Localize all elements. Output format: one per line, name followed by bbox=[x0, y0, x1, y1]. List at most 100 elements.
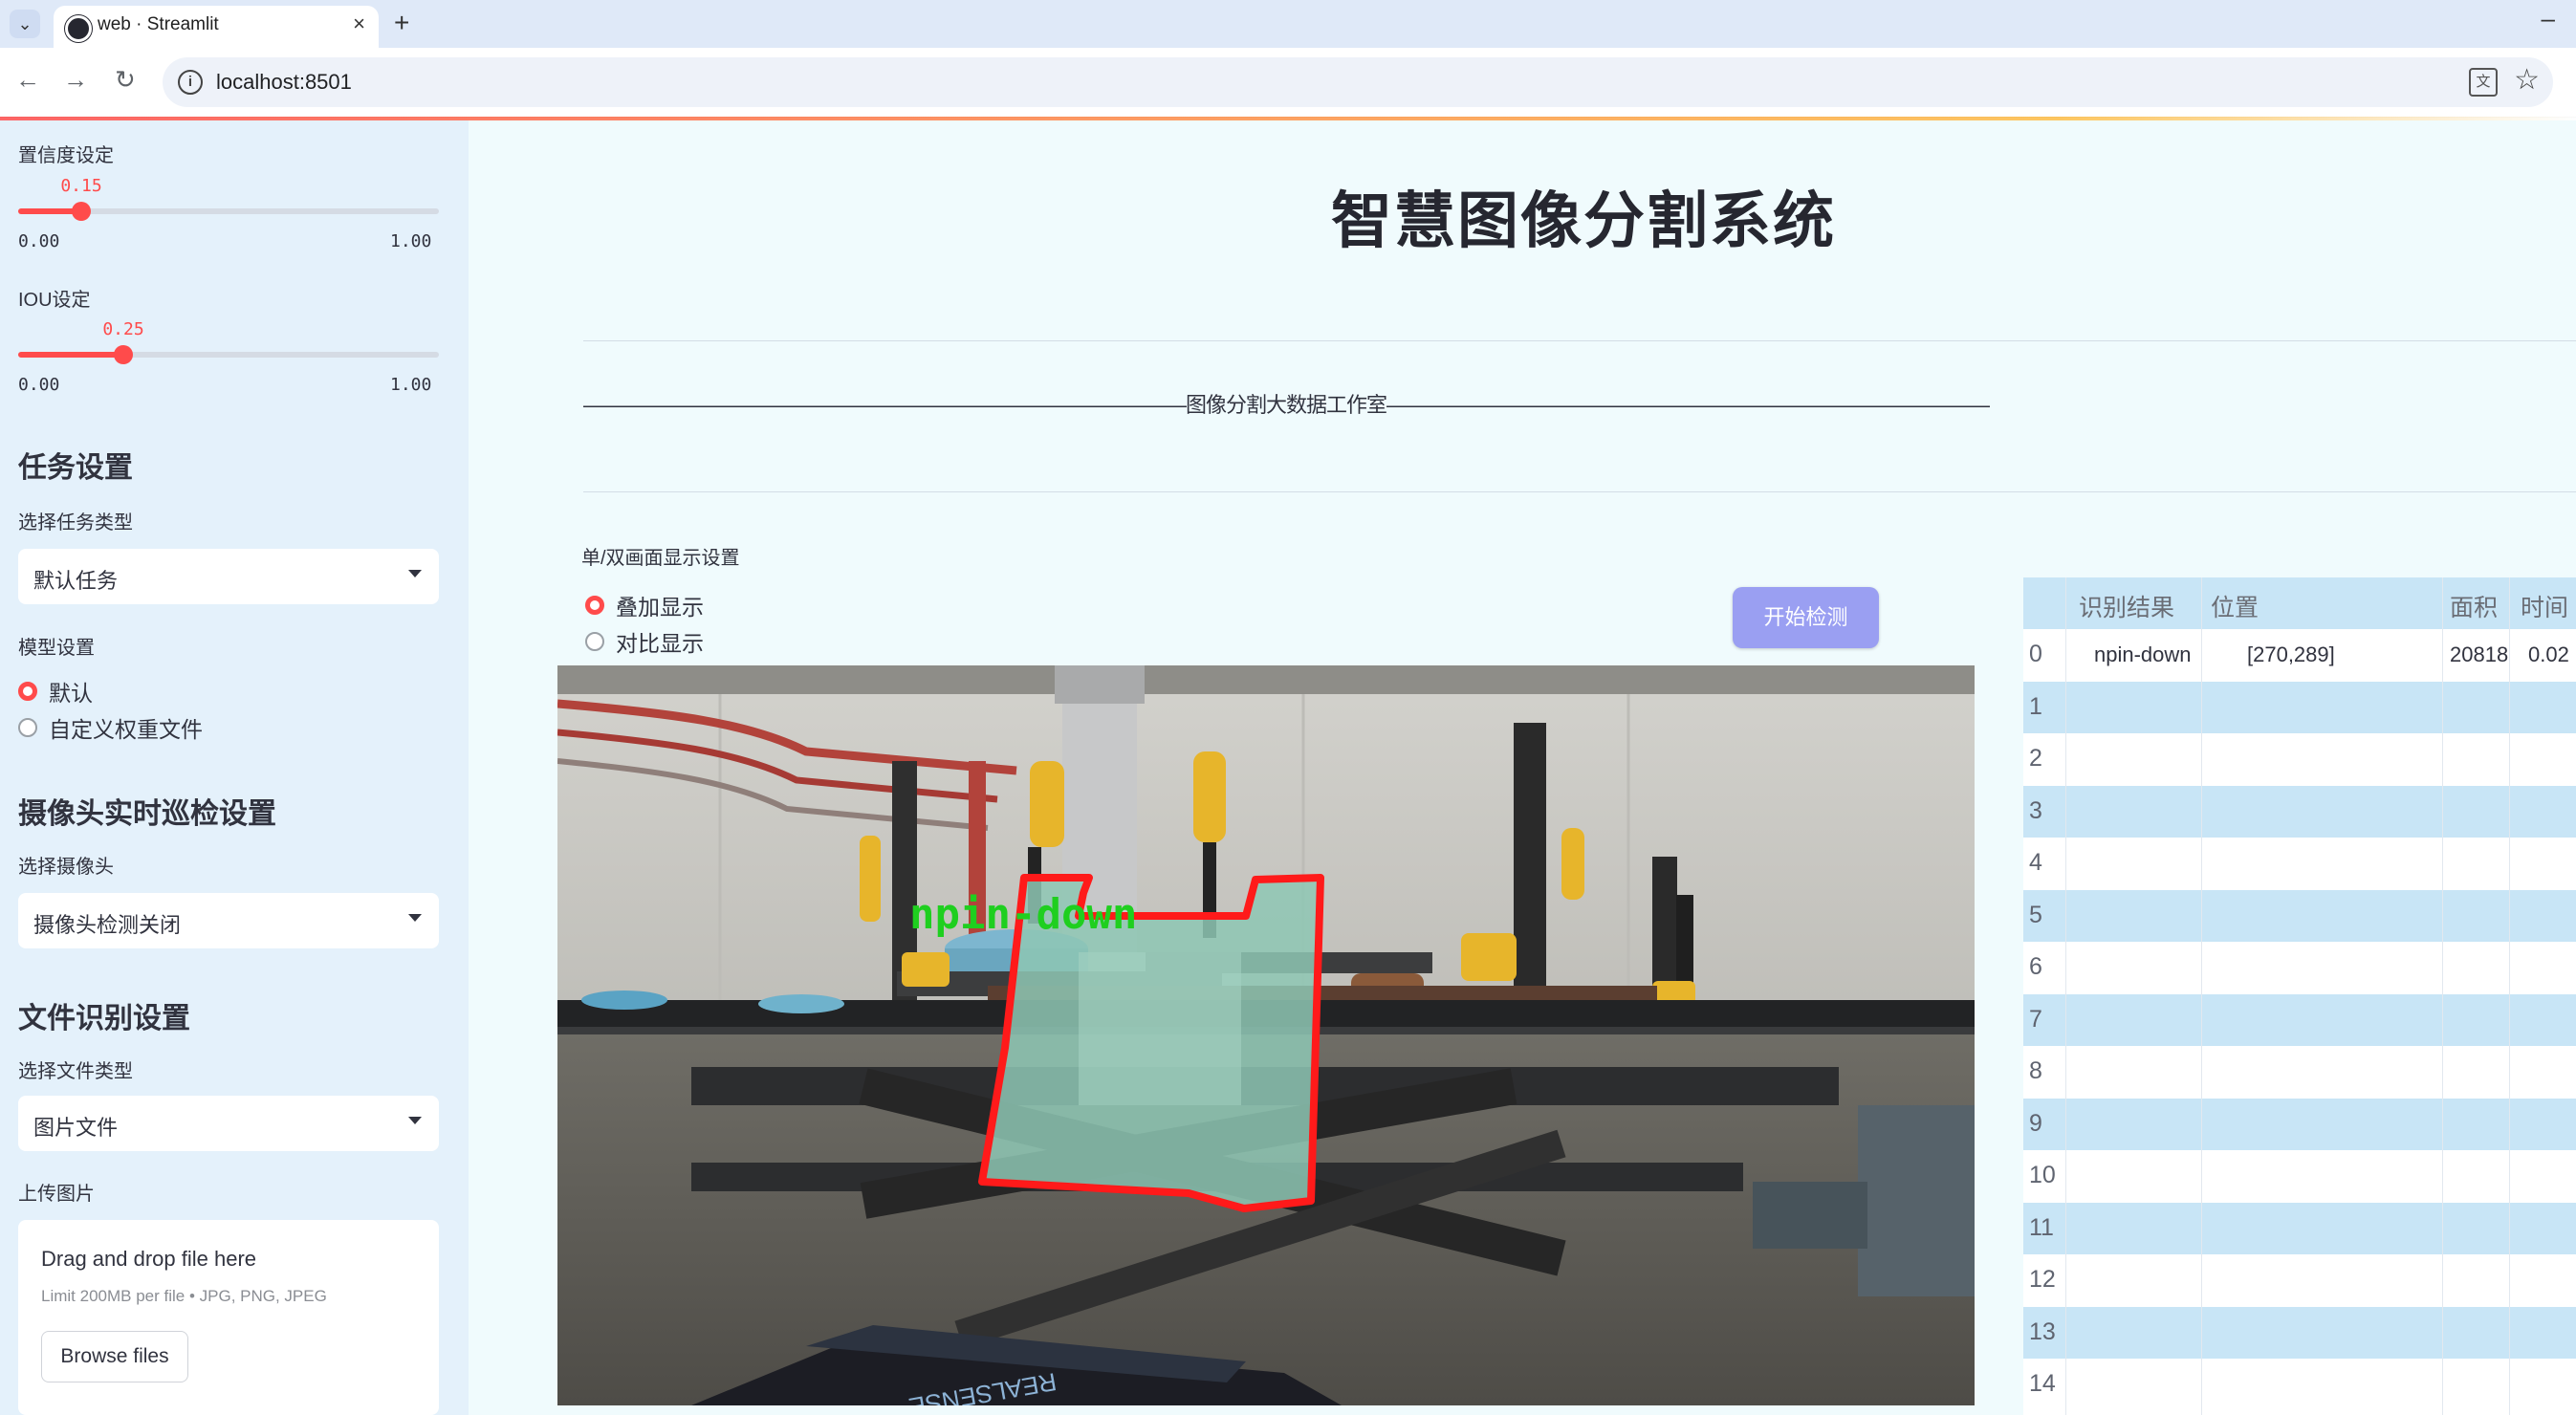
radio-selected-icon bbox=[18, 682, 37, 701]
camera-select-value: 摄像头检测关闭 bbox=[33, 913, 182, 937]
file-type-select[interactable]: 图片文件 bbox=[18, 1096, 439, 1151]
row-index: 12 bbox=[2029, 1266, 2056, 1293]
divider-bottom bbox=[583, 491, 2576, 492]
cell-result: npin-down bbox=[2094, 642, 2192, 666]
browser-tab[interactable]: web · Streamlit × bbox=[54, 6, 379, 48]
minimize-window-icon[interactable]: – bbox=[2542, 4, 2555, 33]
row-index: 10 bbox=[2029, 1162, 2056, 1188]
tab-close-icon[interactable]: × bbox=[353, 11, 365, 36]
table-row[interactable]: 14 bbox=[2023, 1359, 2576, 1410]
results-table[interactable]: 识别结果 位置 面积 时间 0 npin-down [270,289] 20818 0.… bbox=[2023, 577, 2576, 1415]
tab-title: web · Streamlit bbox=[98, 14, 219, 34]
confidence-slider-thumb[interactable] bbox=[72, 202, 91, 221]
display-option-overlay[interactable]: 叠加显示 bbox=[585, 589, 704, 621]
column-header-position[interactable]: 位置 bbox=[2211, 589, 2259, 623]
column-header-area[interactable]: 面积 bbox=[2450, 589, 2498, 623]
iou-slider[interactable] bbox=[18, 345, 439, 364]
bookmark-star-icon[interactable]: ☆ bbox=[2514, 63, 2540, 97]
table-row[interactable]: 8 bbox=[2023, 1046, 2576, 1098]
table-row[interactable]: 6 bbox=[2023, 942, 2576, 993]
translate-icon[interactable]: 文 bbox=[2469, 68, 2498, 97]
scene-illustration: REALSENSE npin-down bbox=[557, 665, 1975, 1405]
table-row[interactable]: 13 bbox=[2023, 1306, 2576, 1359]
confidence-min: 0.00 bbox=[18, 231, 60, 251]
task-type-label: 选择任务类型 bbox=[18, 512, 133, 533]
streamlit-favicon-icon bbox=[65, 15, 92, 42]
page-title: 智慧图像分割系统 bbox=[1331, 186, 1836, 255]
row-index: 3 bbox=[2029, 796, 2042, 824]
mask-class-label: npin-down bbox=[909, 890, 1137, 939]
chevron-down-icon bbox=[408, 1117, 422, 1124]
display-option-overlay-label: 叠加显示 bbox=[616, 595, 704, 620]
back-icon[interactable]: ← bbox=[15, 65, 40, 95]
camera-select[interactable]: 摄像头检测关闭 bbox=[18, 893, 439, 948]
table-row[interactable]: 9 bbox=[2023, 1098, 2576, 1150]
row-index: 14 bbox=[2029, 1370, 2056, 1397]
chevron-down-icon bbox=[408, 914, 422, 922]
table-row[interactable]: 2 bbox=[2023, 733, 2576, 785]
column-header-result[interactable]: 识别结果 bbox=[2079, 589, 2174, 623]
task-settings-heading: 任务设置 bbox=[18, 452, 133, 484]
browse-files-button[interactable]: Browse files bbox=[41, 1331, 188, 1382]
address-bar[interactable]: i localhost:8501 文 ☆ bbox=[163, 57, 2553, 107]
radio-selected-icon bbox=[585, 596, 604, 615]
upload-label: 上传图片 bbox=[18, 1184, 95, 1205]
cell-time: 0.02 bbox=[2528, 642, 2569, 666]
detection-result-image: REALSENSE npin-down bbox=[557, 665, 1975, 1405]
drop-zone-text: Drag and drop file here bbox=[41, 1247, 257, 1271]
table-row[interactable]: 12 bbox=[2023, 1254, 2576, 1306]
task-type-value: 默认任务 bbox=[33, 569, 119, 593]
file-settings-heading: 文件识别设置 bbox=[18, 1003, 190, 1034]
confidence-slider[interactable] bbox=[18, 202, 439, 221]
confidence-value: 0.15 bbox=[60, 176, 102, 196]
iou-slider-fill bbox=[18, 352, 123, 358]
confidence-max: 1.00 bbox=[390, 231, 432, 251]
url-text[interactable]: localhost:8501 bbox=[216, 70, 352, 95]
browser-toolbar: ← → ↻ i localhost:8501 文 ☆ bbox=[0, 48, 2576, 118]
row-index: 0 bbox=[2029, 641, 2042, 667]
tab-search-menu-icon[interactable]: ⌄ bbox=[10, 10, 40, 38]
reload-icon[interactable]: ↻ bbox=[115, 65, 136, 95]
radio-unselected-icon bbox=[18, 718, 37, 737]
table-row[interactable]: 1 bbox=[2023, 681, 2576, 733]
table-row[interactable]: 11 bbox=[2023, 1202, 2576, 1254]
iou-slider-thumb[interactable] bbox=[114, 345, 133, 364]
model-settings-label: 模型设置 bbox=[18, 638, 95, 659]
iou-value: 0.25 bbox=[102, 319, 144, 339]
upload-limit-text: Limit 200MB per file • JPG, PNG, JPEG bbox=[41, 1287, 327, 1305]
iou-min: 0.00 bbox=[18, 375, 60, 395]
cell-position: [270,289] bbox=[2247, 642, 2335, 666]
model-option-default[interactable]: 默认 bbox=[18, 675, 93, 708]
column-divider bbox=[2442, 577, 2443, 1415]
iou-max: 1.00 bbox=[390, 375, 432, 395]
cell-area: 20818 bbox=[2450, 642, 2509, 666]
column-divider bbox=[2065, 577, 2066, 1415]
task-type-select[interactable]: 默认任务 bbox=[18, 549, 439, 604]
site-info-icon[interactable]: i bbox=[178, 70, 203, 95]
table-row[interactable]: 3 bbox=[2023, 785, 2576, 838]
table-row[interactable]: 4 bbox=[2023, 838, 2576, 889]
column-divider bbox=[2509, 577, 2510, 1415]
camera-settings-heading: 摄像头实时巡检设置 bbox=[18, 798, 276, 830]
start-detection-button[interactable]: 开始检测 bbox=[1733, 587, 1879, 648]
row-index: 1 bbox=[2029, 692, 2042, 720]
iou-label: IOU设定 bbox=[18, 290, 91, 311]
row-index: 9 bbox=[2029, 1109, 2042, 1137]
table-row[interactable]: 7 bbox=[2023, 993, 2576, 1046]
file-type-value: 图片文件 bbox=[33, 1116, 119, 1140]
studio-banner: ——————————————————————————————图像分割大数据工作室… bbox=[583, 393, 1990, 417]
divider-top bbox=[583, 340, 2576, 341]
table-row[interactable]: 10 bbox=[2023, 1150, 2576, 1202]
chevron-down-icon bbox=[408, 570, 422, 577]
new-tab-icon[interactable]: + bbox=[394, 8, 409, 38]
table-row[interactable]: 0 npin-down [270,289] 20818 0.02 bbox=[2023, 629, 2576, 681]
radio-unselected-icon bbox=[585, 632, 604, 651]
file-uploader-dropzone[interactable]: Drag and drop file here Limit 200MB per … bbox=[18, 1220, 439, 1415]
display-option-compare[interactable]: 对比显示 bbox=[585, 625, 704, 658]
display-option-compare-label: 对比显示 bbox=[616, 631, 704, 656]
table-row[interactable]: 5 bbox=[2023, 889, 2576, 942]
column-header-time[interactable]: 时间 bbox=[2521, 589, 2568, 623]
display-mode-label: 单/双画面显示设置 bbox=[581, 548, 740, 569]
forward-icon[interactable]: → bbox=[63, 65, 88, 95]
model-option-custom[interactable]: 自定义权重文件 bbox=[18, 711, 203, 744]
